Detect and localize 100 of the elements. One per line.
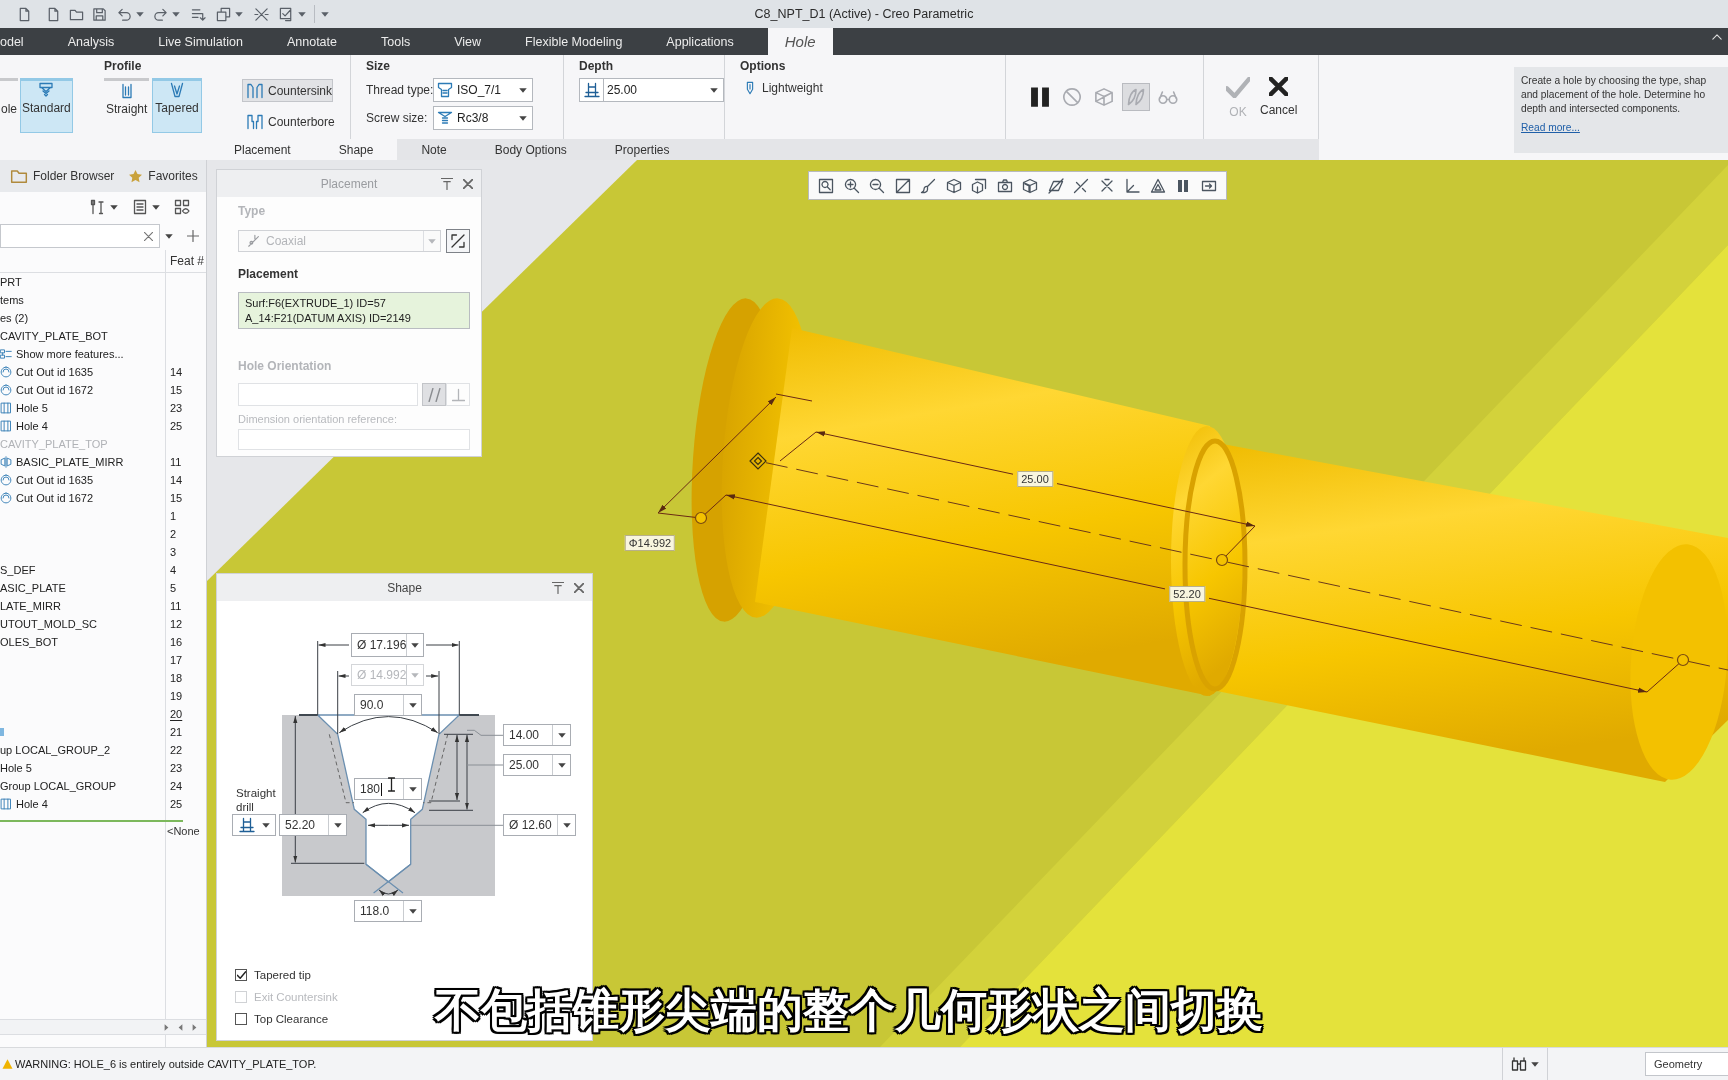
checkbox[interactable] [235, 1013, 247, 1025]
menu-tab[interactable]: Tools [359, 28, 433, 55]
menu-tab[interactable]: Live Simulation [136, 28, 265, 55]
reference-item[interactable]: A_14:F21(DATUM AXIS) ID=2149 [245, 310, 469, 326]
hole-option-toggle[interactable]: Countersink [242, 79, 333, 102]
tree-item[interactable]: ASIC_PLATE [0, 582, 66, 594]
redo-icon[interactable] [153, 6, 168, 22]
dimension-field[interactable]: 52.20 [279, 814, 347, 836]
drag-handle-icon[interactable] [1215, 553, 1229, 567]
search-field[interactable] [0, 224, 160, 248]
checkbox[interactable] [235, 969, 247, 981]
size-dropdown[interactable]: Rc3/8 [433, 106, 533, 130]
caret-icon[interactable] [408, 786, 417, 792]
tree-item[interactable]: CAVITY_PLATE_BOT [0, 330, 108, 342]
regenerate-icon[interactable] [191, 6, 206, 22]
menu-tab[interactable]: Analysis [45, 28, 137, 55]
shaded-cube-icon[interactable] [1022, 177, 1038, 194]
caret-icon[interactable] [557, 732, 566, 738]
profile-button[interactable]: Straight [104, 78, 150, 133]
save-icon[interactable] [92, 6, 107, 22]
dimension-label[interactable]: 25.00 [1017, 471, 1053, 487]
axis-icon[interactable] [1073, 177, 1089, 194]
tree-item[interactable]: Cut Out id 1635 [16, 366, 94, 378]
caret-icon[interactable] [152, 204, 160, 210]
depth-type-button[interactable] [579, 78, 603, 102]
flip-button[interactable] [446, 229, 470, 253]
depth-field[interactable]: 25.00 [603, 78, 724, 102]
navigator-tab[interactable]: Folder Browser [10, 167, 115, 185]
tree-item[interactable]: Hole 4 [16, 420, 48, 432]
caret-icon[interactable] [333, 822, 342, 828]
tree-item[interactable]: UTOUT_MOLD_SC [0, 618, 97, 630]
panel-tab[interactable]: Shape [314, 139, 398, 160]
tree-item[interactable]: tems [0, 294, 24, 306]
dimension-field[interactable]: Ø 12.60 [503, 814, 576, 836]
caret-icon[interactable] [165, 233, 173, 239]
cube-icon[interactable] [945, 177, 962, 194]
tree-item[interactable]: up LOCAL_GROUP_2 [0, 744, 111, 756]
dimension-label[interactable]: 52.20 [1169, 586, 1205, 602]
panel-tab[interactable]: Note [397, 139, 471, 160]
tree-item[interactable]: Cut Out id 1672 [16, 492, 94, 504]
caret-icon[interactable] [110, 204, 118, 210]
tree-item[interactable]: Hole 5 [0, 762, 32, 774]
pin-icon[interactable] [552, 581, 564, 594]
caret-icon[interactable] [235, 11, 243, 17]
reference-item[interactable]: Surf:F6(EXTRUDE_1) ID=57 [245, 295, 469, 311]
caret-icon[interactable] [562, 822, 571, 828]
navigator-tab[interactable]: Favorites [128, 168, 198, 184]
size-dropdown[interactable]: ISO_7/1 [433, 78, 533, 102]
selection-filter-dropdown[interactable]: Geometry [1645, 1052, 1728, 1076]
scroll-left-icon[interactable] [178, 1023, 183, 1031]
collapse-ribbon-icon[interactable] [1712, 34, 1722, 40]
references-collector[interactable]: Surf:F6(EXTRUDE_1) ID=57 A_14:F21(DATUM AXIS) ID=2149 [238, 292, 470, 329]
repaint-icon[interactable] [894, 177, 911, 194]
show-hide-icon[interactable] [174, 198, 190, 216]
add-icon[interactable] [187, 230, 199, 242]
hole-option-toggle[interactable]: Counterbore [242, 110, 333, 133]
tree-item[interactable]: es (2) [0, 312, 29, 324]
camera-icon[interactable] [996, 177, 1013, 194]
menu-tab[interactable]: Hole [767, 28, 833, 55]
profile-button[interactable]: Tapered [152, 78, 202, 133]
dimension-field[interactable]: 180 [354, 778, 422, 800]
lightweight-toggle[interactable]: Lightweight [743, 80, 823, 96]
menu-tab[interactable]: Applications [644, 28, 756, 55]
zoom-out-icon[interactable] [869, 177, 885, 194]
dimension-field[interactable]: Ø 17.196 [351, 633, 424, 657]
menu-tab[interactable]: odel [0, 28, 46, 55]
menu-tab[interactable]: Annotate [264, 28, 359, 55]
drag-handle-icon[interactable] [1676, 653, 1690, 667]
tree-item[interactable]: Show more features... [16, 348, 124, 360]
refit-icon[interactable] [818, 177, 834, 194]
tree-item[interactable]: Group LOCAL_GROUP [0, 780, 117, 792]
caret-icon[interactable] [172, 11, 180, 17]
document-icon[interactable] [46, 6, 61, 22]
dimension-field[interactable]: 25.00 [503, 754, 571, 776]
tree-item[interactable]: Cut Out id 1635 [16, 474, 94, 486]
dimension-line[interactable] [657, 393, 813, 518]
caret-icon[interactable] [411, 642, 420, 648]
close-window-icon[interactable] [254, 6, 269, 22]
tree-item[interactable]: Hole 5 [16, 402, 48, 414]
tree-item[interactable]: BASIC_PLATE_MIRR [16, 456, 124, 468]
saved-views-icon[interactable] [971, 177, 987, 194]
panel-tab[interactable]: Placement [210, 139, 315, 160]
orientation-reference-field[interactable] [238, 383, 418, 406]
zoom-in-icon[interactable] [843, 177, 860, 194]
pause-icon[interactable] [1175, 177, 1191, 194]
undo-icon[interactable] [117, 6, 132, 22]
caret-icon[interactable] [408, 702, 417, 708]
list-icon[interactable] [132, 198, 148, 216]
menu-tab[interactable]: Flexible Modeling [503, 28, 645, 55]
clear-icon[interactable] [144, 231, 153, 241]
tree-item[interactable]: LATE_MIRR [0, 600, 61, 612]
hole-type-button[interactable]: Standard [20, 78, 73, 133]
insert-marker-line[interactable] [0, 820, 183, 822]
brush-icon[interactable] [920, 177, 936, 194]
find-button[interactable] [1502, 1047, 1548, 1080]
tree-item[interactable]: Cut Out id 1672 [16, 384, 94, 396]
column-header[interactable]: Feat # [165, 250, 205, 272]
dimension-reference-field[interactable] [238, 429, 470, 450]
caret-icon[interactable] [298, 11, 306, 17]
tree-item[interactable]: PRT [0, 276, 22, 288]
